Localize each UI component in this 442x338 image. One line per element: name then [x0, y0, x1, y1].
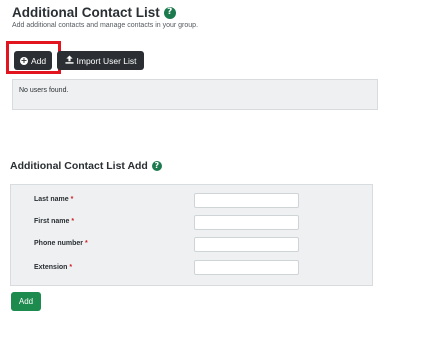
import-user-list-button[interactable]: Import User List: [57, 51, 144, 70]
help-icon[interactable]: ?: [151, 161, 162, 171]
phone-number-label-text: Phone number: [34, 240, 84, 247]
last-name-label-text: Last name: [34, 196, 69, 203]
page-title: Additional Contact List ?: [12, 5, 176, 20]
required-mark: *: [70, 196, 74, 203]
submit-add-button[interactable]: Add: [11, 292, 41, 311]
last-name-input[interactable]: [194, 193, 299, 208]
upload-icon: [64, 55, 74, 66]
help-icon[interactable]: ?: [163, 6, 176, 19]
phone-number-label: Phone number *: [34, 240, 88, 247]
plus-circle-icon: +: [19, 55, 28, 65]
last-name-label: Last name *: [34, 196, 73, 203]
add-contact-button[interactable]: + Add: [14, 51, 52, 70]
form-title: Additional Contact List Add ?: [10, 160, 162, 172]
page-title-text: Additional Contact List: [12, 5, 160, 20]
required-mark: *: [71, 218, 75, 225]
import-user-list-button-label: Import User List: [76, 55, 137, 66]
add-contact-button-label: Add: [30, 55, 47, 66]
first-name-label: First name *: [34, 218, 74, 225]
first-name-label-text: First name: [34, 218, 70, 225]
users-list-panel: [12, 79, 378, 110]
extension-label: Extension *: [34, 264, 72, 271]
required-mark: *: [84, 240, 88, 247]
required-mark: *: [69, 264, 73, 271]
extension-label-text: Extension: [34, 264, 68, 271]
phone-number-input[interactable]: [194, 237, 299, 252]
submit-add-button-label: Add: [18, 297, 34, 306]
extension-input[interactable]: [194, 260, 299, 275]
first-name-input[interactable]: [194, 215, 299, 230]
page-subtitle: Add additional contacts and manage conta…: [12, 22, 199, 29]
empty-users-message: No users found.: [19, 87, 69, 94]
form-title-text: Additional Contact List Add: [10, 160, 148, 172]
